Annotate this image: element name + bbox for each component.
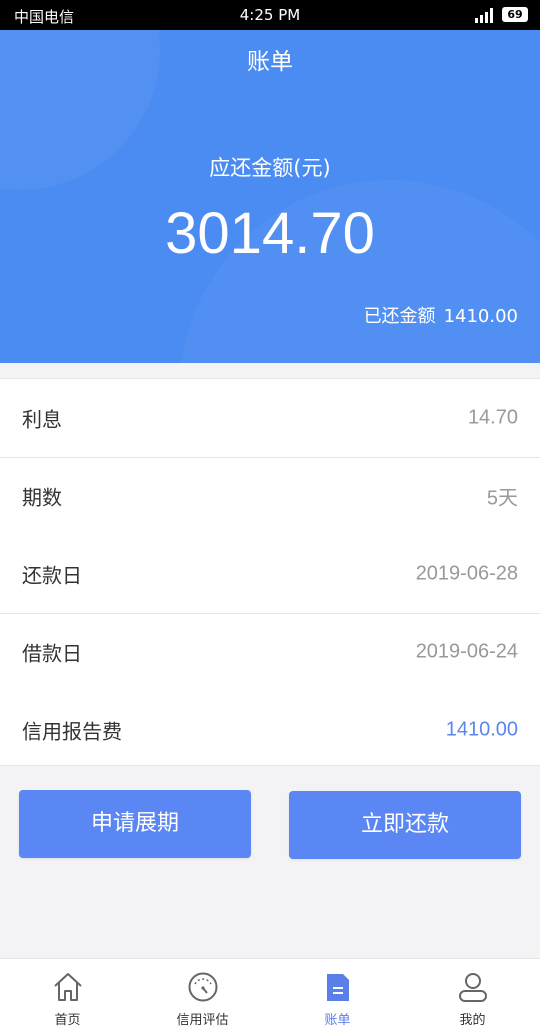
signal-icon bbox=[475, 8, 493, 23]
paid-amount: 已还金额 1410.00 bbox=[364, 302, 518, 328]
detail-label: 期数 bbox=[22, 485, 62, 510]
detail-row-due-date: 还款日 2019-06-28 bbox=[0, 535, 540, 613]
gauge-icon bbox=[188, 972, 217, 1002]
battery-icon: 69 bbox=[502, 7, 528, 22]
detail-value: 2019-06-28 bbox=[415, 562, 518, 585]
bottom-tab-bar: 首页 信用评估 账单 我的 bbox=[0, 958, 540, 1030]
detail-label: 借款日 bbox=[22, 641, 82, 666]
tab-credit-assessment[interactable]: 信用评估 bbox=[135, 959, 270, 1030]
tab-label: 账单 bbox=[324, 1013, 351, 1028]
detail-row-loan-date: 借款日 2019-06-24 bbox=[0, 614, 540, 692]
bill-header: 账单 应还金额(元) 3014.70 已还金额 1410.00 bbox=[0, 30, 540, 363]
home-icon bbox=[53, 973, 82, 1001]
status-bar: 中国电信 4:25 PM 69 bbox=[0, 0, 540, 30]
detail-value: 5天 bbox=[486, 487, 518, 510]
paid-amount-label: 已还金额 bbox=[363, 306, 436, 327]
detail-row-term: 期数 5天 bbox=[0, 458, 540, 536]
tab-label: 我的 bbox=[459, 1013, 486, 1028]
tab-label: 首页 bbox=[54, 1013, 81, 1028]
repay-now-button[interactable]: 立即还款 bbox=[289, 791, 521, 859]
detail-label: 还款日 bbox=[22, 563, 82, 588]
amount-due-label: 应还金额(元) bbox=[209, 156, 331, 180]
tab-bill[interactable]: 账单 bbox=[270, 959, 405, 1030]
page-title: 账单 bbox=[247, 49, 293, 75]
status-time: 4:25 PM bbox=[239, 6, 301, 24]
user-icon bbox=[458, 973, 487, 1002]
bill-icon bbox=[326, 974, 349, 1001]
detail-label: 利息 bbox=[22, 407, 62, 432]
bill-details-list: 利息 14.70 期数 5天 还款日 2019-06-28 借款日 2019-0… bbox=[0, 378, 540, 766]
detail-value: 14.70 bbox=[467, 406, 518, 429]
tab-label: 信用评估 bbox=[176, 1013, 229, 1028]
apply-extension-button[interactable]: 申请展期 bbox=[19, 790, 251, 858]
amount-due-value: 3014.70 bbox=[165, 201, 375, 266]
tab-mine[interactable]: 我的 bbox=[405, 959, 540, 1030]
detail-row-credit-report-fee: 信用报告费 1410.00 bbox=[0, 691, 540, 769]
tab-home[interactable]: 首页 bbox=[0, 959, 135, 1030]
detail-value: 2019-06-24 bbox=[415, 640, 518, 663]
detail-value: 1410.00 bbox=[445, 718, 518, 741]
detail-label: 信用报告费 bbox=[22, 719, 122, 744]
detail-row-interest: 利息 14.70 bbox=[0, 379, 540, 457]
paid-amount-value: 1410.00 bbox=[443, 306, 518, 327]
